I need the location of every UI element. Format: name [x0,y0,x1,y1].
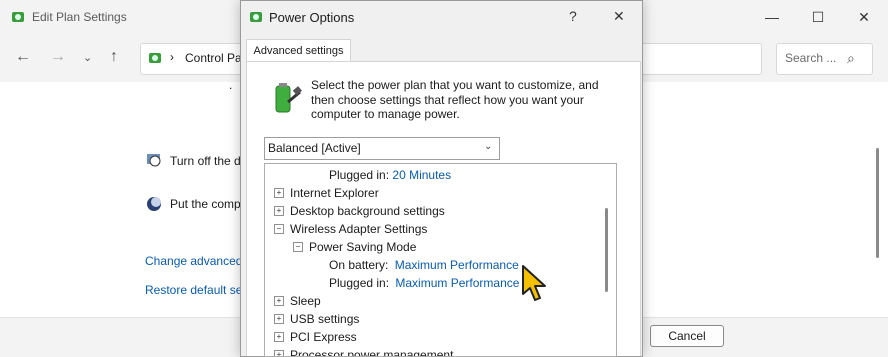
plugged-in-top-value[interactable]: 20 Minutes [392,168,451,182]
expand-plus-icon[interactable]: + [274,313,284,324]
dialog-close-button[interactable]: ✕ [613,8,625,25]
hand-cursor-icon [522,265,546,301]
tree-item-desktop-background[interactable]: + Desktop background settings [274,204,445,218]
settings-tree[interactable]: Plugged in: 20 Minutes + Internet Explore… [264,163,617,357]
row-display-label: Turn off the d [170,154,241,168]
search-placeholder: Search ... [785,51,837,65]
tree-item-internet-explorer[interactable]: + Internet Explorer [274,186,379,200]
battery-plug-icon [268,80,304,116]
restore-defaults-link[interactable]: Restore default set [145,283,246,297]
tree-item-usb-settings[interactable]: + USB settings [274,312,359,326]
intro-text: Select the power plan that you want to c… [311,78,599,121]
up-arrow-icon[interactable]: ↑ [110,48,118,66]
tree-item-pci-express[interactable]: + PCI Express [274,330,357,344]
background-scrollbar[interactable] [876,148,879,258]
power-plan-selected: Balanced [Active] [268,141,361,155]
expand-plus-icon[interactable]: + [274,331,284,342]
help-button[interactable]: ? [569,8,577,24]
chevron-down-icon: ⌄ [484,141,493,152]
recent-chevron-icon[interactable]: ⌄ [83,51,92,64]
background-window-title: Edit Plan Settings [32,10,127,24]
tree-plugged-in: Plugged in: Maximum Performance [329,276,520,290]
plugged-in-value[interactable]: Maximum Performance [395,276,519,290]
tree-on-battery: On battery: Maximum Performance [329,258,519,272]
expand-plus-icon[interactable]: + [274,187,284,198]
search-icon: ⌕ [847,50,855,66]
forward-arrow-icon[interactable]: → [50,48,66,66]
row-sleep-label: Put the comp [170,197,241,211]
on-battery-value[interactable]: Maximum Performance [395,258,519,272]
tree-plugged-in-top: Plugged in: 20 Minutes [329,168,452,182]
power-options-icon [250,12,262,22]
tree-scrollbar[interactable] [605,208,608,292]
control-panel-icon [12,12,24,22]
collapse-minus-icon[interactable]: − [274,223,284,234]
tree-item-processor[interactable]: + Processor power management [274,348,453,356]
expand-plus-icon[interactable]: + [274,205,284,216]
tree-item-wireless-adapter[interactable]: − Wireless Adapter Settings [274,222,427,236]
back-arrow-icon[interactable]: ← [15,48,31,66]
cancel-button[interactable]: Cancel [650,325,724,347]
tree-item-power-saving-mode[interactable]: − Power Saving Mode [293,240,416,254]
change-advanced-link[interactable]: Change advanced [145,254,242,268]
tree-item-sleep[interactable]: + Sleep [274,294,321,308]
breadcrumb-chevron-icon: › [170,50,174,64]
maximize-button[interactable]: ☐ [806,6,830,28]
address-text: Control Pa [185,51,242,65]
control-panel-icon [149,53,161,63]
sleep-moon-icon [146,196,162,212]
stray-dot: . [229,78,233,92]
minimize-button[interactable]: — [760,6,784,28]
expand-plus-icon[interactable]: + [274,349,284,356]
display-timer-icon [146,152,162,168]
dialog-title: Power Options [269,10,355,25]
close-window-button[interactable]: ✕ [852,6,876,28]
expand-plus-icon[interactable]: + [274,295,284,306]
collapse-minus-icon[interactable]: − [293,241,303,252]
tab-advanced-settings[interactable]: Advanced settings [246,39,351,62]
